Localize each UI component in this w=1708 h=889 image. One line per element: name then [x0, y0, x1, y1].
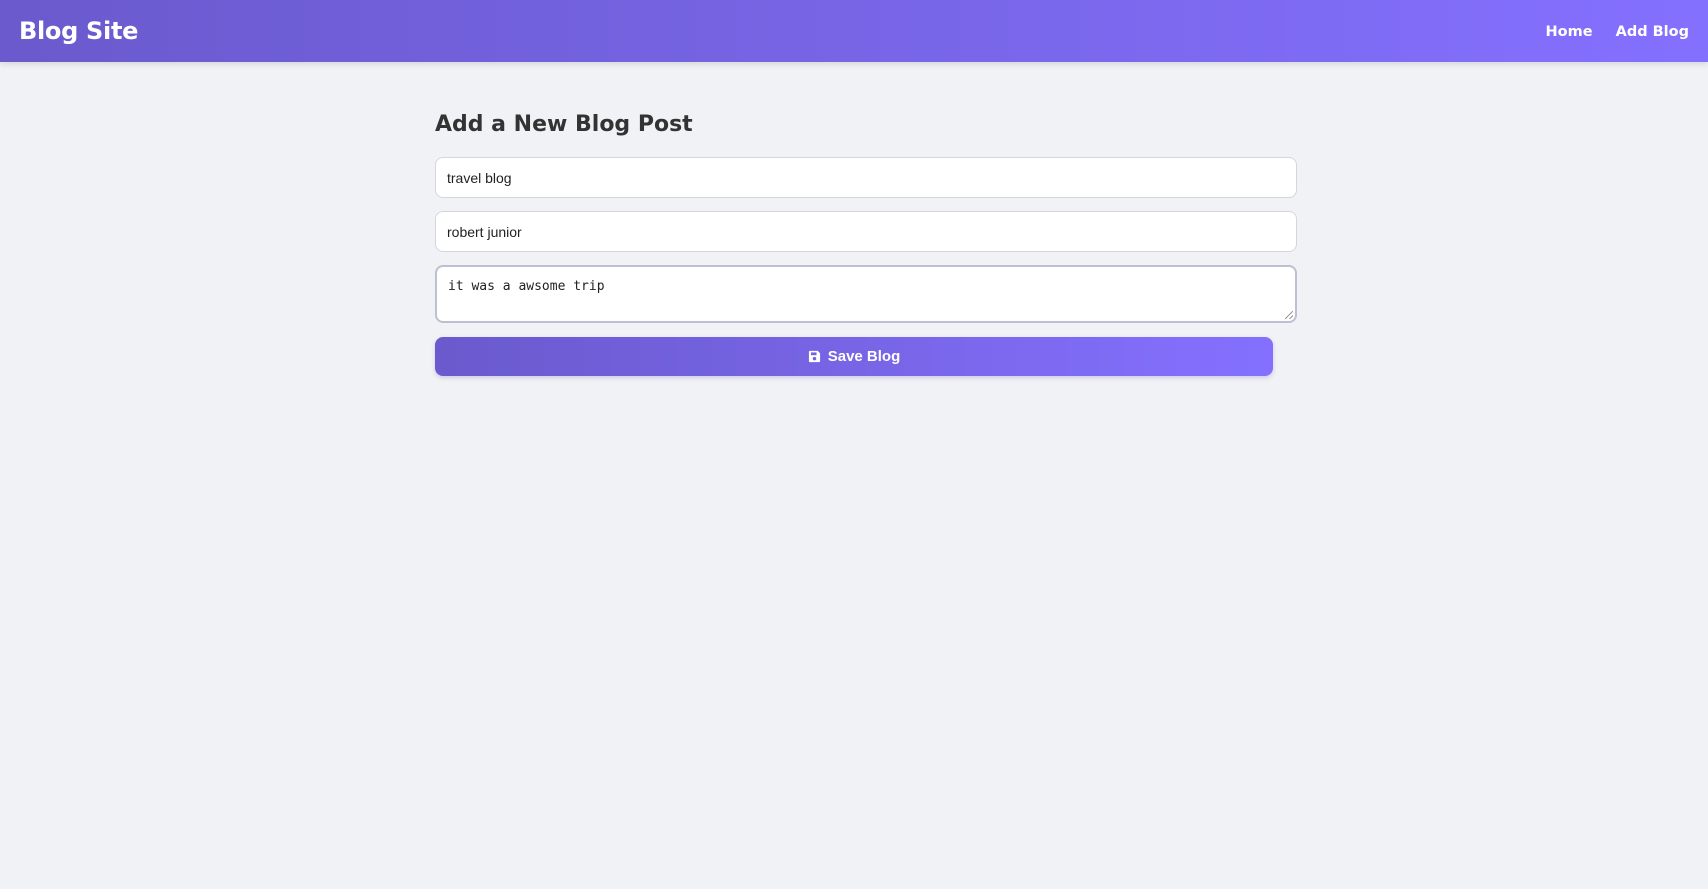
blog-title-input[interactable] [435, 157, 1297, 198]
blog-content-text: it was a awsome trip [448, 279, 605, 294]
page-title: Add a New Blog Post [435, 112, 693, 137]
save-blog-label: Save Blog [827, 348, 901, 365]
top-navbar: Blog Site Home Add Blog [0, 0, 1708, 62]
blog-content-textarea[interactable]: it was a awsome trip [435, 265, 1297, 323]
site-brand[interactable]: Blog Site [19, 14, 138, 48]
nav-link-home[interactable]: Home [1546, 21, 1593, 43]
textarea-resize-handle[interactable] [1285, 311, 1293, 319]
blog-author-input[interactable] [435, 211, 1297, 252]
add-blog-form: Add a New Blog Post it was a awsome trip… [435, 108, 1297, 376]
nav-links: Home Add Blog [1546, 21, 1689, 43]
save-blog-button[interactable]: Save Blog [435, 337, 1273, 376]
nav-link-add-blog[interactable]: Add Blog [1616, 21, 1689, 43]
floppy-disk-icon [808, 350, 820, 363]
